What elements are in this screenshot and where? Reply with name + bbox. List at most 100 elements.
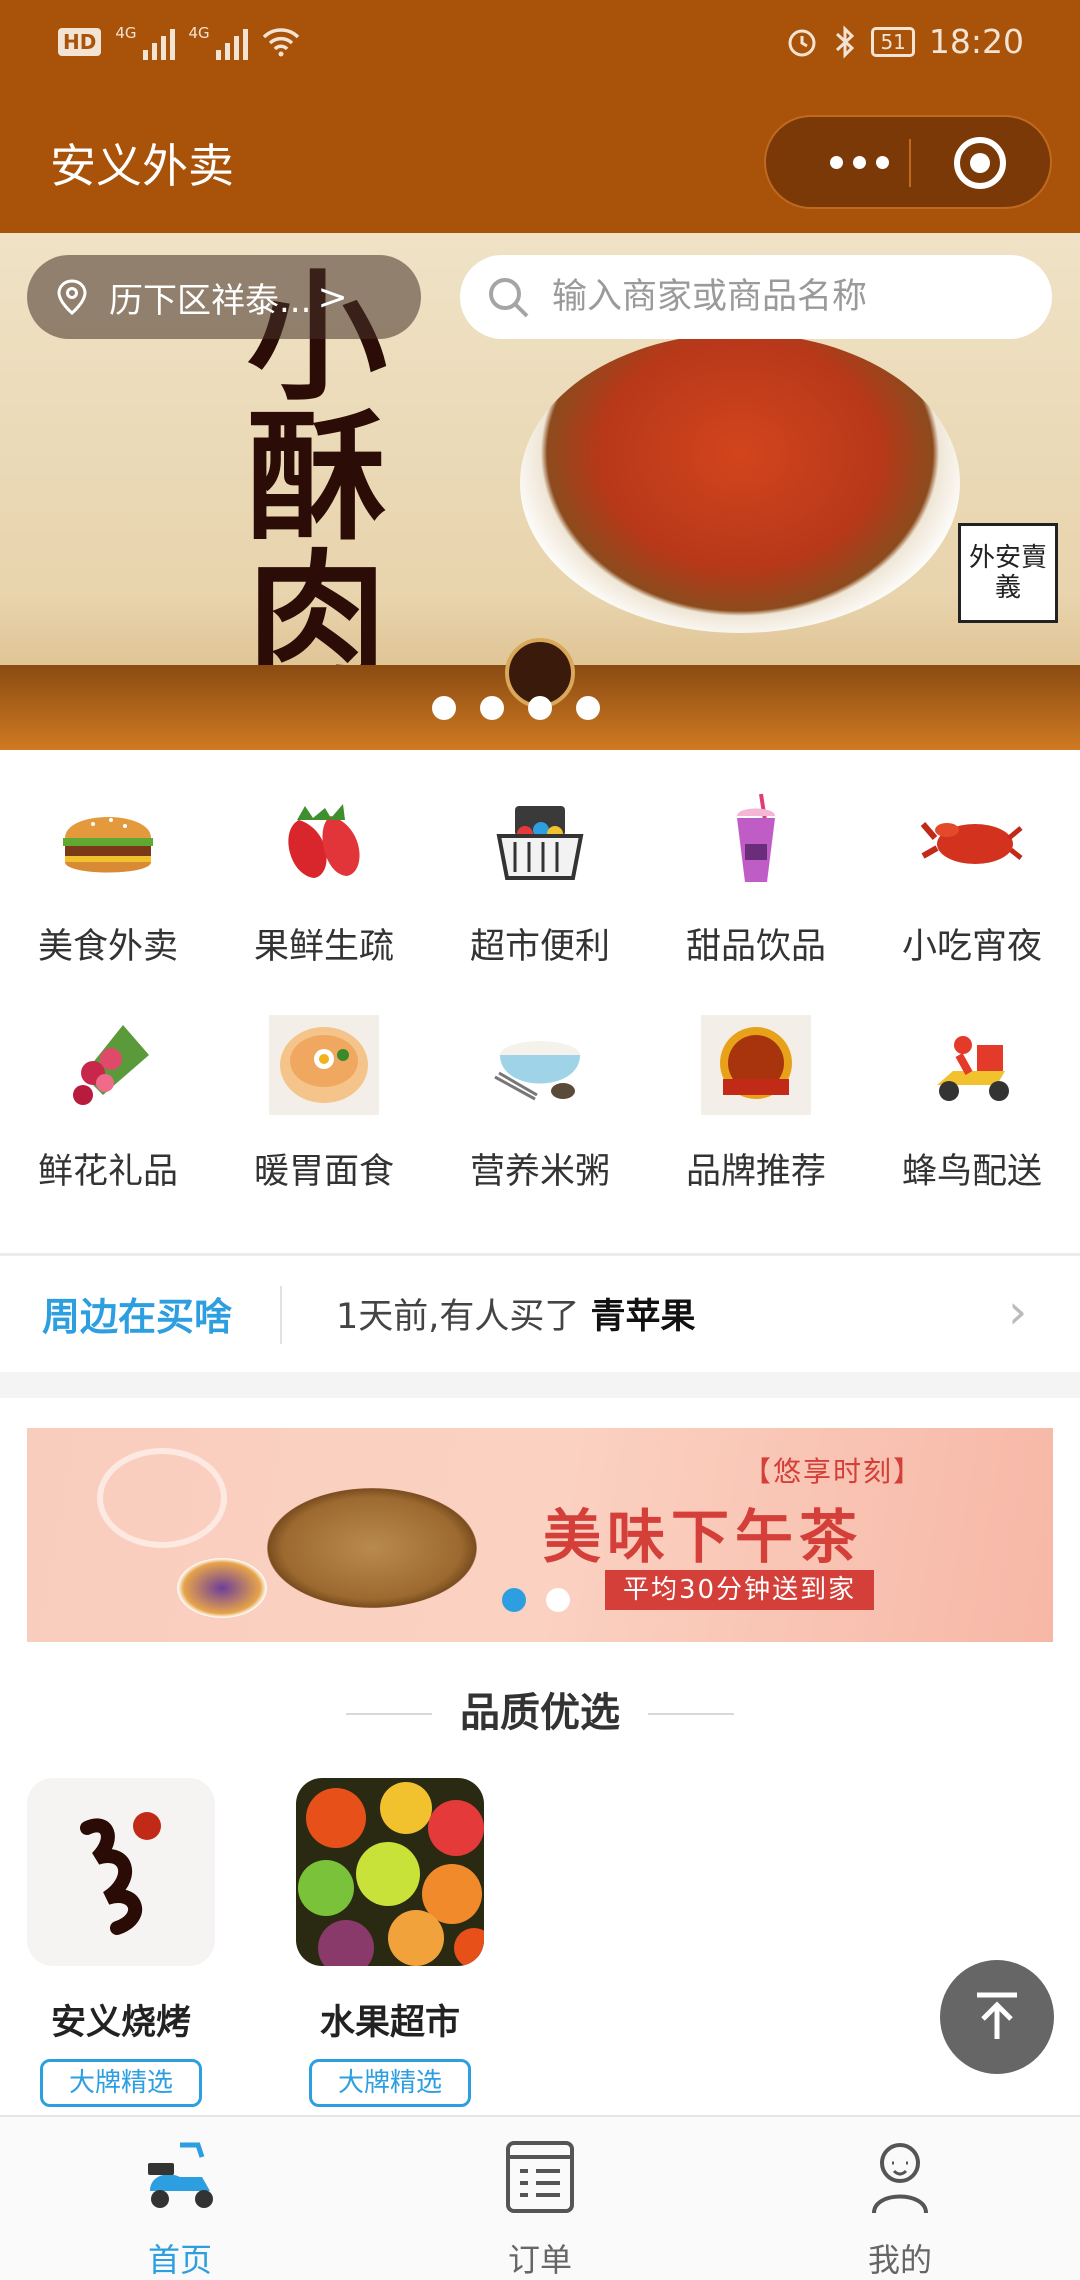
banner-dot[interactable] <box>480 696 504 720</box>
drink-icon <box>737 793 775 882</box>
close-mini-program-button[interactable] <box>954 137 1006 189</box>
category-fresh[interactable]: 果鲜生疏 <box>216 790 432 969</box>
arrow-up-icon <box>977 1992 1017 2039</box>
category-label: 蜂鸟配送 <box>901 1152 1042 1192</box>
banner-pagination <box>432 696 600 720</box>
category-noodles[interactable]: 暖胃面食 <box>216 1015 432 1194</box>
ticker-tag: 周边在买啥 <box>42 1295 233 1339</box>
search-icon <box>489 278 529 318</box>
promo-bowl-image <box>177 1558 267 1618</box>
location-pin-icon <box>57 279 87 315</box>
shop-name: 水果超市 <box>319 2003 460 2043</box>
tab-profile[interactable]: 我的 <box>720 2137 1080 2280</box>
bottom-tab-bar: 首页 订单 我的 <box>0 2115 1080 2280</box>
promo-swirl-decoration <box>97 1448 227 1548</box>
banner-dot[interactable] <box>528 696 552 720</box>
location-text: 历下区祥泰... <box>109 280 312 321</box>
category-label: 美食外卖 <box>37 927 178 967</box>
bluetooth-icon <box>836 24 855 59</box>
category-label: 暖胃面食 <box>253 1152 394 1192</box>
banner-dish-image <box>520 333 960 633</box>
banner-seal: 外安賣義 <box>958 523 1058 623</box>
shop-badge: 大牌精选 <box>40 2059 202 2107</box>
shop-name: 安义烧烤 <box>50 2003 191 2043</box>
category-food[interactable]: 美食外卖 <box>0 790 216 969</box>
quality-section-title: 品质优选 <box>460 1690 620 1736</box>
noodle-bowl-icon <box>269 1015 379 1115</box>
app-root: HD 4G 4G 51 18:20 安义外卖 小酥肉 外安賣義 历下区祥泰...… <box>0 0 1080 2280</box>
more-menu-button[interactable] <box>814 117 904 207</box>
mini-program-capsule <box>764 115 1052 209</box>
category-delivery[interactable]: 蜂鸟配送 <box>864 1015 1080 1194</box>
ticker-divider <box>280 1286 282 1344</box>
section-title-line-right <box>648 1713 734 1715</box>
chevron-right-icon: > <box>317 276 348 318</box>
promo-headline: 美味下午茶 <box>543 1503 864 1571</box>
category-snacks[interactable]: 小吃宵夜 <box>864 790 1080 969</box>
tab-label: 首页 <box>147 2241 212 2279</box>
category-label: 品牌推荐 <box>685 1152 826 1192</box>
tab-label: 我的 <box>867 2241 932 2279</box>
location-selector[interactable]: 历下区祥泰... > <box>27 255 421 339</box>
delivery-scooter-icon <box>937 1036 1009 1101</box>
category-label: 甜品饮品 <box>685 927 826 967</box>
status-bar: HD 4G 4G 51 18:20 <box>0 0 1080 90</box>
porridge-icon <box>494 1041 580 1101</box>
order-list-icon <box>506 2141 574 2213</box>
tab-home[interactable]: 首页 <box>0 2137 360 2280</box>
network-type-label-2: 4G <box>188 24 210 42</box>
category-brand[interactable]: 品牌推荐 <box>648 1015 864 1194</box>
user-profile-icon <box>872 2143 928 2214</box>
status-right: 51 18:20 <box>785 22 1024 61</box>
category-label: 营养米粥 <box>469 1152 610 1192</box>
search-bar[interactable] <box>460 255 1052 339</box>
battery-indicator: 51 <box>871 26 915 57</box>
network-type-label: 4G <box>115 24 137 42</box>
cell-signal-icon-2: 4G <box>189 24 248 60</box>
nearby-purchases-ticker[interactable]: 周边在买啥 1天前,有人买了 青苹果 › <box>0 1256 1080 1372</box>
banner-dot[interactable] <box>432 696 456 720</box>
shop-card[interactable]: 水果超市 大牌精选 <box>296 1778 484 2107</box>
promo-dot[interactable] <box>546 1588 570 1612</box>
shop-badge: 大牌精选 <box>309 2059 471 2107</box>
clock: 18:20 <box>928 22 1024 61</box>
strawberry-icon <box>288 804 360 878</box>
status-left: HD 4G 4G <box>58 24 300 60</box>
capsule-divider <box>909 139 911 187</box>
section-gap <box>0 1372 1080 1398</box>
tab-orders[interactable]: 订单 <box>360 2137 720 2280</box>
ticker-message: 1天前,有人买了 青苹果 <box>336 1288 696 1339</box>
shop-logo-bbq <box>27 1778 215 1966</box>
page-title: 安义外卖 <box>50 139 234 193</box>
category-label: 超市便利 <box>469 927 610 967</box>
shop-logo-fruit <box>296 1778 484 1966</box>
alarm-icon <box>788 29 816 56</box>
promo-pagination <box>502 1588 570 1612</box>
category-label: 鲜花礼品 <box>37 1152 178 1192</box>
category-label: 果鲜生疏 <box>253 927 394 967</box>
ticker-message-prefix: 1天前,有人买了 <box>336 1297 580 1337</box>
hd-indicator: HD <box>58 28 102 56</box>
crayfish-icon <box>920 822 1023 864</box>
tab-label: 订单 <box>507 2241 572 2279</box>
category-supermarket[interactable]: 超市便利 <box>432 790 648 969</box>
promo-pill: 平均30分钟送到家 <box>605 1570 875 1610</box>
cell-signal-icon: 4G <box>115 24 175 60</box>
shop-card[interactable]: 安义烧烤 大牌精选 <box>27 1778 215 2107</box>
category-flowers[interactable]: 鲜花礼品 <box>0 1015 216 1194</box>
promo-tray-image <box>267 1488 477 1608</box>
back-to-top-button[interactable] <box>940 1960 1054 2074</box>
top-bar: HD 4G 4G 51 18:20 安义外卖 <box>0 0 1080 233</box>
promo-subtitle: 【悠享时刻】 <box>743 1455 924 1488</box>
wifi-icon <box>262 28 299 57</box>
promo-dot-active[interactable] <box>502 1588 526 1612</box>
category-porridge[interactable]: 营养米粥 <box>432 1015 648 1194</box>
banner-dot[interactable] <box>576 696 600 720</box>
search-input[interactable] <box>552 277 1012 317</box>
burger-icon <box>63 817 153 873</box>
shopping-basket-icon <box>496 806 584 880</box>
category-label: 小吃宵夜 <box>901 927 1042 967</box>
bouquet-icon <box>73 1025 149 1105</box>
category-drinks[interactable]: 甜品饮品 <box>648 790 864 969</box>
ticker-message-item: 青苹果 <box>590 1297 696 1337</box>
